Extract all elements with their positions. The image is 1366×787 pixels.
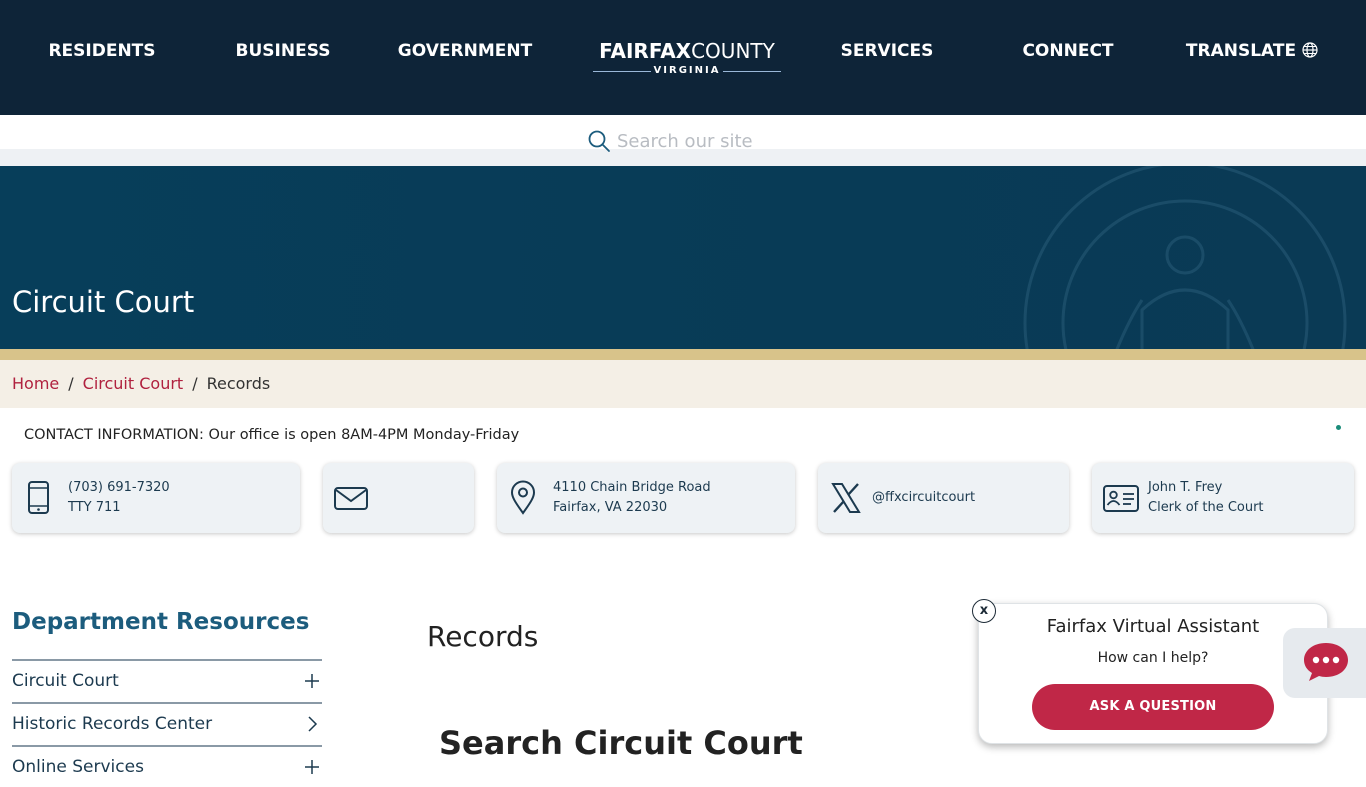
contact-card-social[interactable]: @ffxcircuitcourt xyxy=(818,463,1069,533)
logo-county: COUNTY xyxy=(691,39,775,63)
sidebar-item-label: Historic Records Center xyxy=(12,714,213,734)
nav-translate-label: TRANSLATE xyxy=(1185,41,1297,61)
contact-card-clerk[interactable]: John T. Frey Clerk of the Court xyxy=(1092,463,1354,533)
section-title: Records xyxy=(427,620,539,653)
sidebar-item-label: Circuit Court xyxy=(12,671,119,691)
id-card-icon xyxy=(1103,485,1139,512)
phone-number[interactable]: (703) 691-7320 xyxy=(68,478,170,498)
ask-question-button[interactable]: ASK A QUESTION xyxy=(1032,684,1274,730)
assistant-title: Fairfax Virtual Assistant xyxy=(1046,616,1260,637)
virtual-assistant-popup: Fairfax Virtual Assistant How can I help… xyxy=(978,603,1328,744)
status-dot xyxy=(1336,425,1341,430)
contact-info-heading: CONTACT INFORMATION: Our office is open … xyxy=(24,427,520,443)
phone-icon xyxy=(28,481,49,514)
nav-business[interactable]: BUSINESS xyxy=(223,38,343,64)
breadcrumb-separator: / xyxy=(68,374,74,393)
clerk-title: Clerk of the Court xyxy=(1148,500,1264,515)
nav-residents[interactable]: RESIDENTS xyxy=(42,38,162,64)
sidebar-item-label: Online Services xyxy=(12,757,144,777)
page-title: Circuit Court xyxy=(12,285,195,319)
logo-virginia: VIRGINIA xyxy=(588,64,786,78)
chat-launcher-button[interactable] xyxy=(1283,628,1366,698)
nav-connect[interactable]: CONNECT xyxy=(1013,38,1123,64)
county-seal-watermark xyxy=(1023,166,1347,349)
gold-divider xyxy=(0,349,1366,360)
clerk-name: John T. Frey xyxy=(1148,480,1223,495)
contact-card-phone[interactable]: (703) 691-7320 TTY 711 xyxy=(12,463,300,533)
globe-icon xyxy=(1302,42,1318,58)
tty-number: TTY 711 xyxy=(68,500,121,515)
breadcrumb-circuit-court[interactable]: Circuit Court xyxy=(83,374,184,393)
twitter-handle[interactable]: @ffxcircuitcourt xyxy=(872,488,975,508)
top-navigation: RESIDENTS BUSINESS GOVERNMENT FAIRFAXCOU… xyxy=(0,0,1366,115)
sidebar-item-online-services[interactable]: Online Services xyxy=(12,747,322,787)
sidebar-title: Department Resources xyxy=(12,609,310,635)
plus-icon[interactable] xyxy=(304,759,320,775)
search-icon[interactable] xyxy=(587,129,611,153)
envelope-icon xyxy=(334,487,368,510)
nav-translate[interactable]: TRANSLATE xyxy=(1184,38,1320,64)
logo-fairfax: FAIRFAX xyxy=(599,39,692,63)
plus-icon[interactable] xyxy=(304,673,320,689)
sidebar-item-circuit-court[interactable]: Circuit Court xyxy=(12,661,322,701)
address-line-1: 4110 Chain Bridge Road xyxy=(553,480,711,495)
x-logo-icon xyxy=(831,483,861,513)
sidebar-item-historic-records-center[interactable]: Historic Records Center xyxy=(12,704,322,744)
breadcrumb-current: Records xyxy=(206,374,271,393)
contact-card-address[interactable]: 4110 Chain Bridge Road Fairfax, VA 22030 xyxy=(497,463,795,533)
contact-card-email[interactable] xyxy=(323,463,474,533)
address-line-2: Fairfax, VA 22030 xyxy=(553,500,668,515)
close-icon[interactable]: x xyxy=(972,599,996,623)
nav-government[interactable]: GOVERNMENT xyxy=(395,38,535,64)
fairfax-county-logo[interactable]: FAIRFAXCOUNTY VIRGINIA xyxy=(588,38,786,82)
breadcrumb-home[interactable]: Home xyxy=(12,374,59,393)
content-heading: Search Circuit Court xyxy=(439,724,803,762)
map-pin-icon xyxy=(510,480,536,515)
breadcrumb-separator: / xyxy=(192,374,198,393)
search-input[interactable] xyxy=(617,127,917,155)
chevron-right-icon xyxy=(308,716,318,732)
chat-bubble-icon xyxy=(1304,643,1348,681)
nav-services[interactable]: SERVICES xyxy=(832,38,942,64)
assistant-subtitle: How can I help? xyxy=(1097,650,1209,666)
page-hero-banner: Circuit Court xyxy=(0,166,1366,349)
breadcrumb: Home / Circuit Court / Records xyxy=(12,374,270,394)
